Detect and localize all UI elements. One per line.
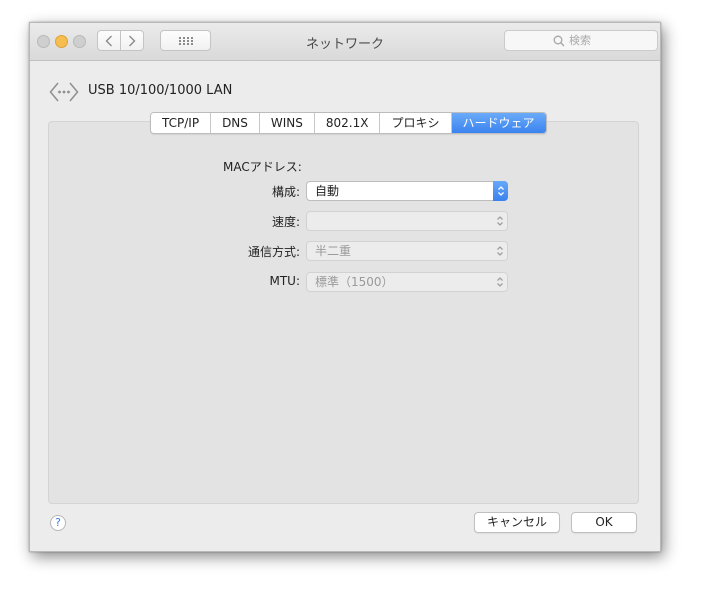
ok-button[interactable]: OK (571, 512, 637, 533)
search-field[interactable] (504, 30, 658, 51)
mac-address-label: MACアドレス: (223, 160, 302, 174)
cancel-button[interactable]: キャンセル (474, 512, 560, 533)
tab-bar: TCP/IP DNS WINS 802.1X プロキシ ハードウェア (150, 112, 547, 134)
tab-8021x[interactable]: 802.1X (314, 113, 381, 133)
tab-tcpip[interactable]: TCP/IP (151, 113, 212, 133)
ethernet-icon (49, 82, 79, 102)
mtu-label: MTU: (269, 274, 300, 288)
updown-arrows-icon (492, 272, 507, 292)
duplex-value: 半二重 (315, 244, 352, 258)
config-value: 自動 (315, 184, 340, 198)
title-bar: ネットワーク (30, 23, 660, 61)
config-label: 構成: (271, 185, 300, 199)
search-icon (553, 35, 565, 46)
mtu-popup[interactable]: 標準（1500） (306, 272, 508, 292)
speed-label: 速度: (271, 215, 300, 229)
network-preferences-window: ネットワーク USB 10/100/1000 LAN TCP/IP DNS WI… (29, 22, 661, 552)
mtu-value: 標準（1500） (315, 275, 394, 289)
tab-hardware[interactable]: ハードウェア (451, 113, 546, 133)
tab-dns[interactable]: DNS (211, 113, 260, 133)
config-popup[interactable]: 自動 (306, 181, 508, 201)
speed-popup[interactable] (306, 211, 508, 231)
duplex-label: 通信方式: (247, 245, 300, 259)
help-button[interactable]: ? (50, 515, 66, 531)
updown-arrows-icon (492, 241, 507, 261)
updown-arrows-icon (492, 211, 507, 231)
tab-wins[interactable]: WINS (259, 113, 315, 133)
device-name: USB 10/100/1000 LAN (88, 83, 233, 98)
updown-arrows-icon (493, 181, 508, 201)
tab-proxy[interactable]: プロキシ (380, 113, 452, 133)
search-input[interactable] (569, 34, 609, 47)
hardware-panel (48, 121, 639, 504)
duplex-popup[interactable]: 半二重 (306, 241, 508, 261)
